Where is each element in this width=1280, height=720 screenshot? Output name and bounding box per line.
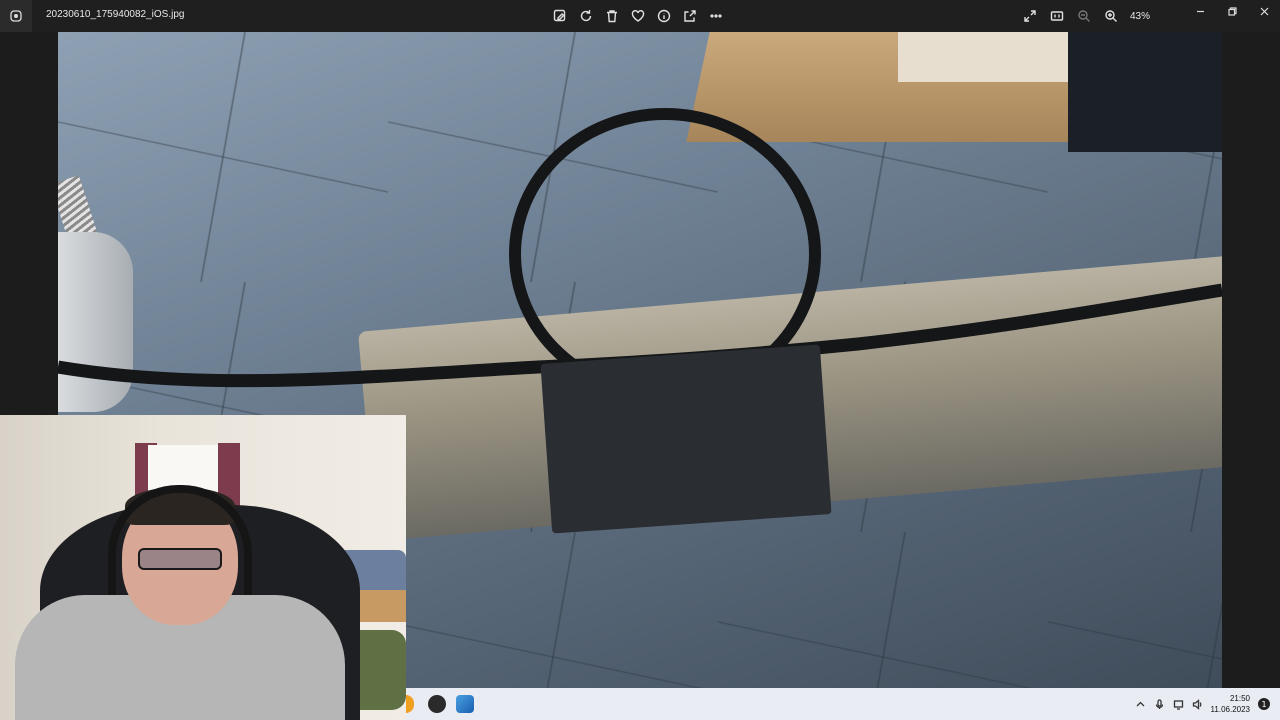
expand-icon: [1024, 10, 1036, 22]
clock-date: 11.06.2023: [1210, 705, 1250, 714]
info-button[interactable]: [652, 4, 676, 28]
minimize-button[interactable]: [1184, 0, 1216, 22]
photos-taskbar-icon[interactable]: [456, 695, 474, 713]
share-button[interactable]: [678, 4, 702, 28]
microphone-icon[interactable]: [1154, 698, 1165, 710]
notification-badge[interactable]: 1: [1258, 698, 1270, 710]
webcam-overlay: [0, 415, 406, 720]
close-icon: [1260, 7, 1268, 15]
edit-button[interactable]: [548, 4, 572, 28]
app-taskbar-icon[interactable]: [428, 695, 446, 713]
clock-time: 21:50: [1229, 694, 1250, 703]
actual-size-button[interactable]: [1045, 4, 1069, 28]
share-icon: [684, 10, 696, 22]
taskbar: 21:50 11.06.2023 1: [406, 688, 1280, 720]
photos-icon: [10, 10, 22, 22]
restore-icon: [1227, 6, 1237, 16]
chevron-up-icon[interactable]: [1135, 699, 1146, 710]
zoom-in-button[interactable]: [1099, 4, 1123, 28]
volume-icon[interactable]: [1192, 698, 1203, 710]
favorite-icon: [631, 10, 645, 22]
zoom-out-icon: [1078, 10, 1090, 22]
minimize-icon: [1196, 10, 1204, 12]
zoom-toolbar: 43%: [1018, 4, 1150, 28]
favorite-button[interactable]: [626, 4, 650, 28]
more-button[interactable]: [704, 4, 728, 28]
delete-button[interactable]: [600, 4, 624, 28]
network-icon[interactable]: [1173, 699, 1184, 710]
chrome-taskbar-icon[interactable]: [406, 695, 414, 713]
zoom-in-icon: [1105, 10, 1117, 22]
image-toolbar: [548, 4, 728, 28]
info-icon: [657, 9, 671, 23]
more-icon: [710, 14, 722, 18]
edit-icon: [553, 9, 566, 22]
file-name: 20230610_175940082_iOS.jpg: [46, 9, 185, 20]
zoom-level: 43%: [1130, 10, 1151, 22]
window-controls: [1184, 0, 1280, 22]
expand-button[interactable]: [1018, 4, 1042, 28]
rotate-icon: [580, 10, 592, 22]
title-bar: 20230610_175940082_iOS.jpg 43%: [0, 0, 1280, 32]
delete-icon: [607, 10, 617, 23]
system-tray: 21:50 11.06.2023 1: [1135, 688, 1280, 720]
glasses: [138, 548, 222, 570]
photos-app-icon[interactable]: [0, 0, 32, 32]
black-tape: [540, 344, 832, 534]
close-button[interactable]: [1248, 0, 1280, 22]
clock[interactable]: 21:50 11.06.2023: [1211, 693, 1250, 715]
restore-button[interactable]: [1216, 0, 1248, 22]
rotate-button[interactable]: [574, 4, 598, 28]
zoom-out-button[interactable]: [1072, 4, 1096, 28]
actual-size-icon: [1050, 11, 1064, 21]
